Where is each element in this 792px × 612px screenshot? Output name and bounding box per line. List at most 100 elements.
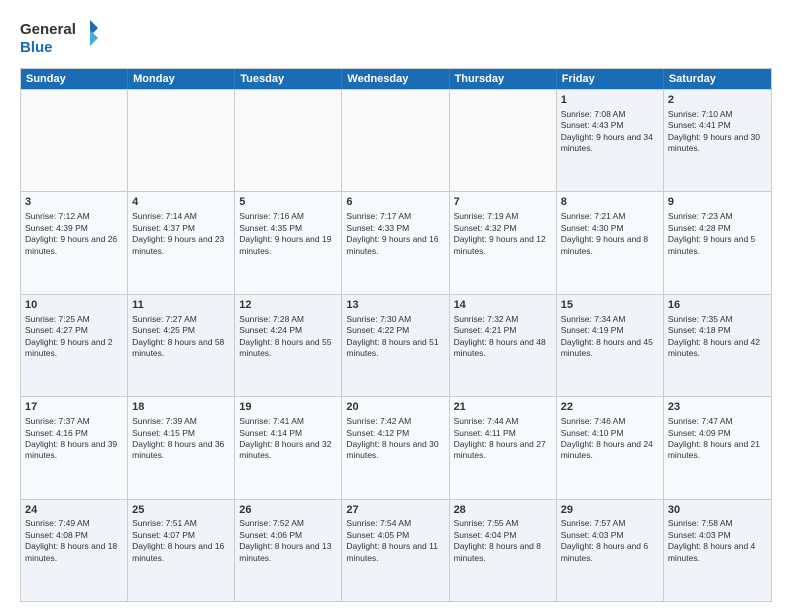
day-number: 25 [132, 503, 230, 518]
day-info: Sunrise: 7:57 AM Sunset: 4:03 PM Dayligh… [561, 518, 648, 562]
day-info: Sunrise: 7:37 AM Sunset: 4:16 PM Dayligh… [25, 416, 117, 460]
day-info: Sunrise: 7:42 AM Sunset: 4:12 PM Dayligh… [346, 416, 438, 460]
logo: General Blue [20, 16, 100, 60]
calendar-cell: 23Sunrise: 7:47 AM Sunset: 4:09 PM Dayli… [664, 397, 771, 498]
day-number: 10 [25, 298, 123, 313]
calendar-day-header: Sunday [21, 69, 128, 89]
day-info: Sunrise: 7:10 AM Sunset: 4:41 PM Dayligh… [668, 109, 760, 153]
day-number: 30 [668, 503, 767, 518]
calendar-cell: 15Sunrise: 7:34 AM Sunset: 4:19 PM Dayli… [557, 295, 664, 396]
calendar-header: SundayMondayTuesdayWednesdayThursdayFrid… [21, 69, 771, 89]
calendar-cell: 25Sunrise: 7:51 AM Sunset: 4:07 PM Dayli… [128, 500, 235, 601]
day-number: 12 [239, 298, 337, 313]
calendar-row: 1Sunrise: 7:08 AM Sunset: 4:43 PM Daylig… [21, 89, 771, 191]
calendar-cell: 10Sunrise: 7:25 AM Sunset: 4:27 PM Dayli… [21, 295, 128, 396]
day-number: 2 [668, 93, 767, 108]
calendar-cell: 24Sunrise: 7:49 AM Sunset: 4:08 PM Dayli… [21, 500, 128, 601]
calendar-cell: 17Sunrise: 7:37 AM Sunset: 4:16 PM Dayli… [21, 397, 128, 498]
day-number: 8 [561, 195, 659, 210]
day-info: Sunrise: 7:32 AM Sunset: 4:21 PM Dayligh… [454, 314, 546, 358]
day-number: 16 [668, 298, 767, 313]
day-number: 7 [454, 195, 552, 210]
day-info: Sunrise: 7:14 AM Sunset: 4:37 PM Dayligh… [132, 211, 224, 255]
calendar-cell [235, 90, 342, 191]
day-info: Sunrise: 7:17 AM Sunset: 4:33 PM Dayligh… [346, 211, 438, 255]
calendar-cell: 19Sunrise: 7:41 AM Sunset: 4:14 PM Dayli… [235, 397, 342, 498]
calendar-cell: 12Sunrise: 7:28 AM Sunset: 4:24 PM Dayli… [235, 295, 342, 396]
day-info: Sunrise: 7:08 AM Sunset: 4:43 PM Dayligh… [561, 109, 653, 153]
calendar-cell: 7Sunrise: 7:19 AM Sunset: 4:32 PM Daylig… [450, 192, 557, 293]
day-info: Sunrise: 7:49 AM Sunset: 4:08 PM Dayligh… [25, 518, 117, 562]
day-info: Sunrise: 7:39 AM Sunset: 4:15 PM Dayligh… [132, 416, 224, 460]
day-info: Sunrise: 7:16 AM Sunset: 4:35 PM Dayligh… [239, 211, 331, 255]
day-number: 14 [454, 298, 552, 313]
calendar-row: 24Sunrise: 7:49 AM Sunset: 4:08 PM Dayli… [21, 499, 771, 601]
day-number: 22 [561, 400, 659, 415]
svg-text:Blue: Blue [20, 39, 53, 56]
calendar-cell: 5Sunrise: 7:16 AM Sunset: 4:35 PM Daylig… [235, 192, 342, 293]
day-info: Sunrise: 7:52 AM Sunset: 4:06 PM Dayligh… [239, 518, 331, 562]
day-info: Sunrise: 7:19 AM Sunset: 4:32 PM Dayligh… [454, 211, 546, 255]
day-number: 4 [132, 195, 230, 210]
calendar-day-header: Wednesday [342, 69, 449, 89]
calendar-row: 17Sunrise: 7:37 AM Sunset: 4:16 PM Dayli… [21, 396, 771, 498]
calendar-cell [450, 90, 557, 191]
calendar-cell: 6Sunrise: 7:17 AM Sunset: 4:33 PM Daylig… [342, 192, 449, 293]
day-info: Sunrise: 7:47 AM Sunset: 4:09 PM Dayligh… [668, 416, 760, 460]
calendar-body: 1Sunrise: 7:08 AM Sunset: 4:43 PM Daylig… [21, 89, 771, 601]
calendar-cell: 4Sunrise: 7:14 AM Sunset: 4:37 PM Daylig… [128, 192, 235, 293]
day-number: 13 [346, 298, 444, 313]
day-number: 9 [668, 195, 767, 210]
day-number: 19 [239, 400, 337, 415]
day-info: Sunrise: 7:54 AM Sunset: 4:05 PM Dayligh… [346, 518, 438, 562]
day-number: 3 [25, 195, 123, 210]
day-number: 24 [25, 503, 123, 518]
day-info: Sunrise: 7:55 AM Sunset: 4:04 PM Dayligh… [454, 518, 541, 562]
day-info: Sunrise: 7:23 AM Sunset: 4:28 PM Dayligh… [668, 211, 755, 255]
calendar-day-header: Friday [557, 69, 664, 89]
calendar-cell: 13Sunrise: 7:30 AM Sunset: 4:22 PM Dayli… [342, 295, 449, 396]
calendar-cell: 30Sunrise: 7:58 AM Sunset: 4:03 PM Dayli… [664, 500, 771, 601]
calendar-day-header: Tuesday [235, 69, 342, 89]
day-number: 27 [346, 503, 444, 518]
calendar-cell: 20Sunrise: 7:42 AM Sunset: 4:12 PM Dayli… [342, 397, 449, 498]
calendar-cell: 16Sunrise: 7:35 AM Sunset: 4:18 PM Dayli… [664, 295, 771, 396]
svg-text:General: General [20, 21, 76, 38]
calendar-cell: 3Sunrise: 7:12 AM Sunset: 4:39 PM Daylig… [21, 192, 128, 293]
day-info: Sunrise: 7:28 AM Sunset: 4:24 PM Dayligh… [239, 314, 331, 358]
calendar-cell: 28Sunrise: 7:55 AM Sunset: 4:04 PM Dayli… [450, 500, 557, 601]
day-number: 21 [454, 400, 552, 415]
calendar-cell: 18Sunrise: 7:39 AM Sunset: 4:15 PM Dayli… [128, 397, 235, 498]
calendar-cell [128, 90, 235, 191]
calendar-cell: 11Sunrise: 7:27 AM Sunset: 4:25 PM Dayli… [128, 295, 235, 396]
day-number: 20 [346, 400, 444, 415]
day-info: Sunrise: 7:51 AM Sunset: 4:07 PM Dayligh… [132, 518, 224, 562]
day-info: Sunrise: 7:44 AM Sunset: 4:11 PM Dayligh… [454, 416, 546, 460]
day-info: Sunrise: 7:34 AM Sunset: 4:19 PM Dayligh… [561, 314, 653, 358]
calendar: SundayMondayTuesdayWednesdayThursdayFrid… [20, 68, 772, 602]
calendar-day-header: Saturday [664, 69, 771, 89]
calendar-cell: 29Sunrise: 7:57 AM Sunset: 4:03 PM Dayli… [557, 500, 664, 601]
calendar-row: 3Sunrise: 7:12 AM Sunset: 4:39 PM Daylig… [21, 191, 771, 293]
day-number: 15 [561, 298, 659, 313]
day-number: 28 [454, 503, 552, 518]
calendar-day-header: Monday [128, 69, 235, 89]
calendar-cell: 8Sunrise: 7:21 AM Sunset: 4:30 PM Daylig… [557, 192, 664, 293]
calendar-cell: 21Sunrise: 7:44 AM Sunset: 4:11 PM Dayli… [450, 397, 557, 498]
day-info: Sunrise: 7:21 AM Sunset: 4:30 PM Dayligh… [561, 211, 648, 255]
day-number: 5 [239, 195, 337, 210]
calendar-row: 10Sunrise: 7:25 AM Sunset: 4:27 PM Dayli… [21, 294, 771, 396]
day-info: Sunrise: 7:12 AM Sunset: 4:39 PM Dayligh… [25, 211, 117, 255]
day-number: 29 [561, 503, 659, 518]
calendar-cell: 26Sunrise: 7:52 AM Sunset: 4:06 PM Dayli… [235, 500, 342, 601]
calendar-cell: 22Sunrise: 7:46 AM Sunset: 4:10 PM Dayli… [557, 397, 664, 498]
day-number: 26 [239, 503, 337, 518]
day-info: Sunrise: 7:46 AM Sunset: 4:10 PM Dayligh… [561, 416, 653, 460]
calendar-day-header: Thursday [450, 69, 557, 89]
day-number: 23 [668, 400, 767, 415]
day-info: Sunrise: 7:25 AM Sunset: 4:27 PM Dayligh… [25, 314, 112, 358]
day-number: 18 [132, 400, 230, 415]
day-info: Sunrise: 7:30 AM Sunset: 4:22 PM Dayligh… [346, 314, 438, 358]
day-number: 17 [25, 400, 123, 415]
calendar-cell [21, 90, 128, 191]
